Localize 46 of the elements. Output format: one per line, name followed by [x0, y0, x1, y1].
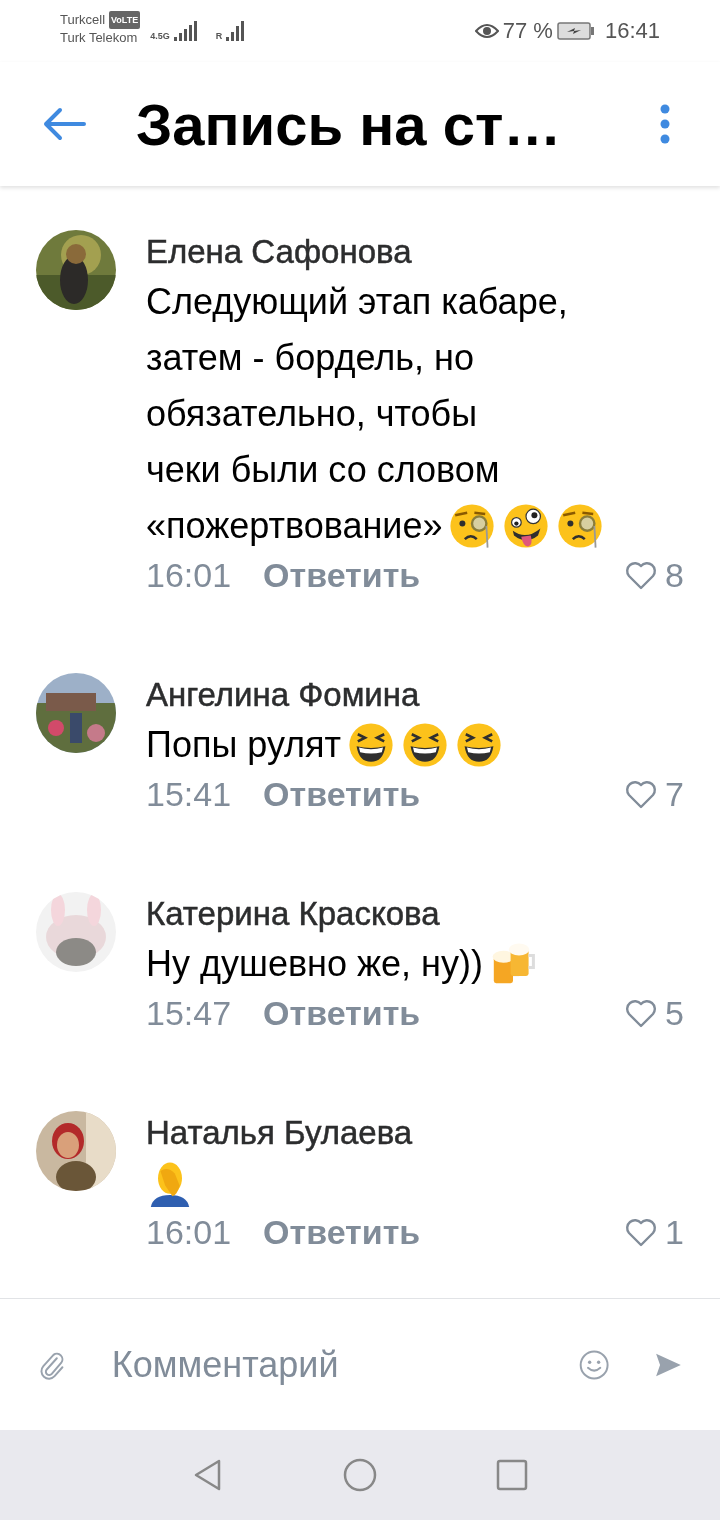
clock-time: 16:41	[604, 18, 660, 44]
laughing-face-icon	[401, 721, 450, 769]
author-name[interactable]: Елена Сафонова	[146, 230, 684, 274]
page-title: Запись на ст…	[136, 90, 563, 158]
monocle-face-icon	[556, 502, 605, 550]
comment-text: обязательно, чтобы	[146, 392, 477, 436]
network-type: 4.5G	[150, 31, 170, 41]
volte-badge: VoLTE	[109, 11, 141, 29]
author-name[interactable]: Ангелина Фомина	[146, 673, 684, 717]
laughing-face-icon	[455, 721, 504, 769]
roaming-label: R	[215, 31, 223, 41]
battery-icon	[556, 22, 595, 40]
comment-time: 16:01	[146, 1213, 232, 1252]
back-arrow-icon[interactable]	[42, 107, 86, 141]
like-count: 5	[665, 994, 684, 1033]
comment-time: 15:41	[146, 775, 232, 814]
signal-icon	[226, 21, 247, 41]
comment-text: «пожертвование»	[146, 504, 443, 548]
signal-icon	[173, 21, 200, 41]
eye-icon	[474, 22, 499, 40]
heart-icon[interactable]	[625, 779, 658, 810]
comment-text: Следующий этап кабаре,	[146, 280, 568, 324]
author-name[interactable]: Наталья Булаева	[146, 1111, 684, 1155]
carrier-name: Turk Telekom	[60, 29, 139, 47]
comment-text: чеки были со словом	[146, 448, 500, 492]
carrier-name: Turkcell	[60, 11, 106, 29]
home-nav-icon[interactable]	[343, 1458, 377, 1492]
comment-time: 16:01	[146, 556, 232, 595]
comment-input[interactable]: Комментарий	[109, 1343, 579, 1387]
heart-icon[interactable]	[625, 560, 658, 591]
recents-nav-icon[interactable]	[495, 1458, 529, 1492]
heart-icon[interactable]	[625, 1217, 658, 1248]
battery-percent: 77 %	[502, 18, 553, 44]
author-name[interactable]: Катерина Краскова	[146, 892, 684, 936]
monocle-face-icon	[448, 502, 497, 550]
like-count: 7	[665, 775, 684, 814]
comment-text: затем - бордель, но	[146, 336, 474, 380]
zany-face-icon	[502, 502, 551, 550]
heart-icon[interactable]	[625, 998, 658, 1029]
comment-text: Попы рулят	[146, 723, 342, 767]
laughing-face-icon	[347, 721, 396, 769]
more-options-icon[interactable]	[660, 104, 670, 144]
like-count: 1	[665, 1213, 684, 1252]
like-count: 8	[665, 556, 684, 595]
comment-time: 15:47	[146, 994, 232, 1033]
comment-text: Ну душевно же, ну))	[146, 942, 483, 986]
